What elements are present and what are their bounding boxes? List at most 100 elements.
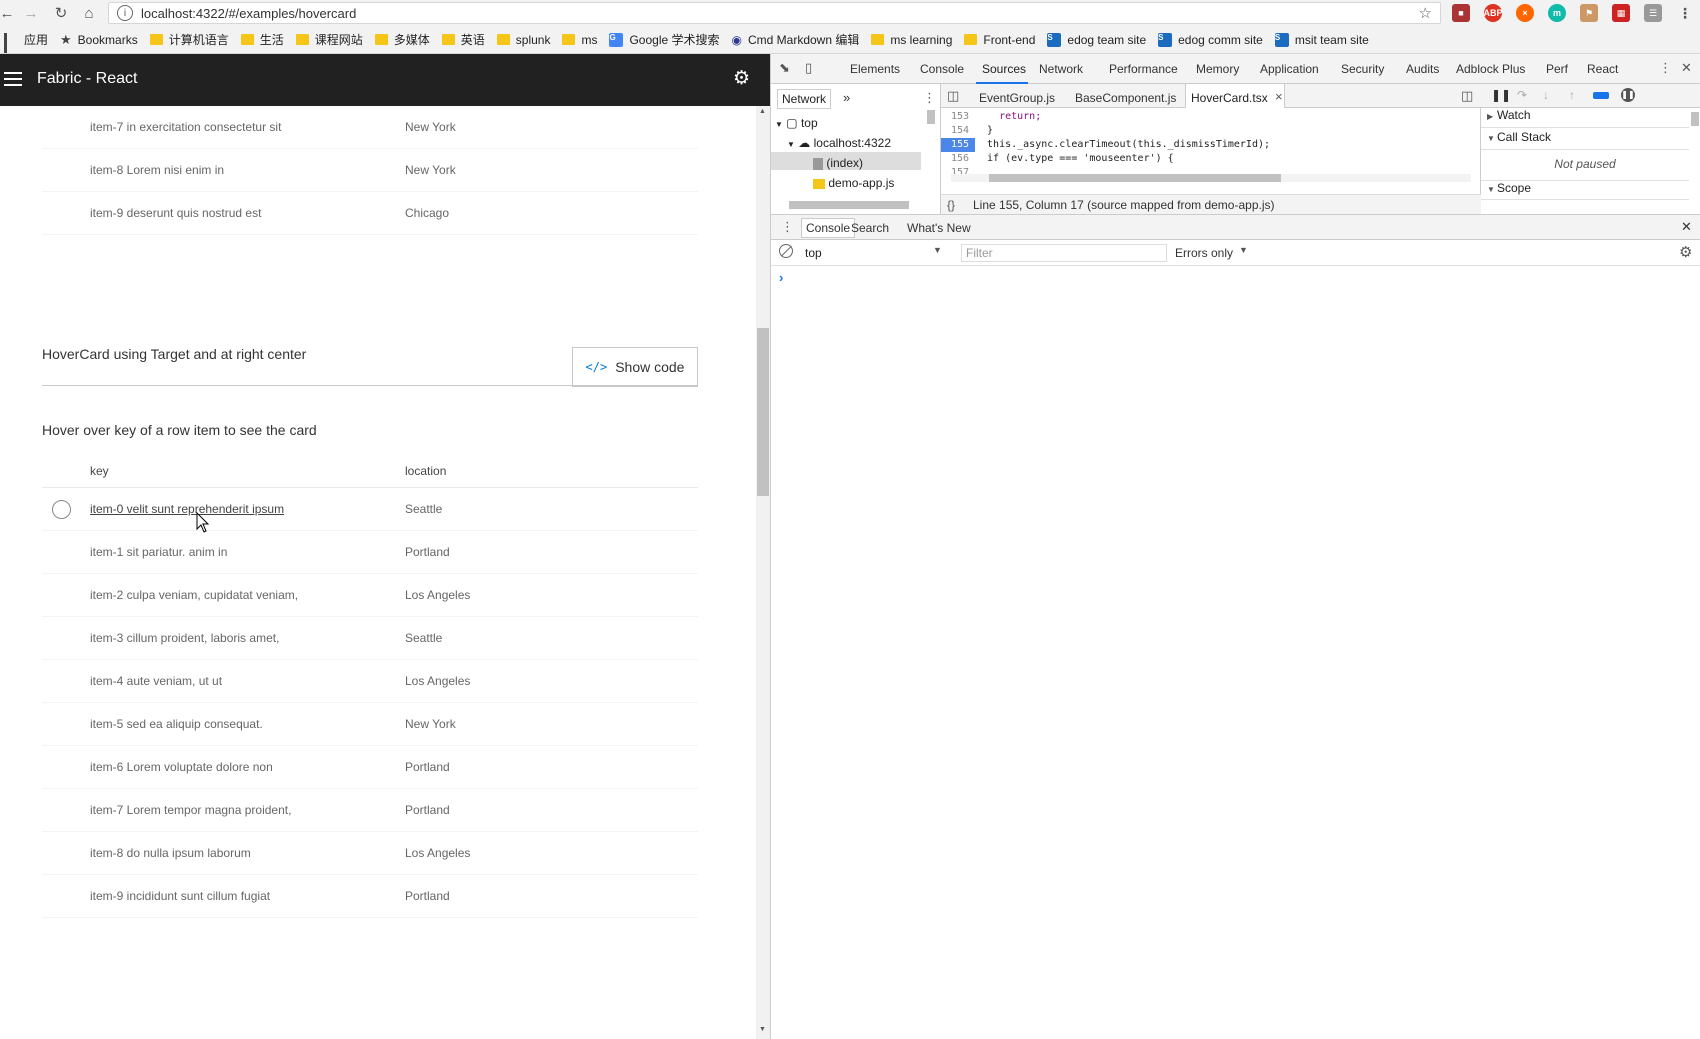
drawer-menu-icon[interactable]: ⋮ — [781, 219, 794, 235]
console-prompt-icon[interactable]: › — [779, 270, 783, 285]
close-devtools-icon[interactable]: ✕ — [1681, 60, 1692, 76]
file-tab[interactable]: EventGroup.js — [979, 91, 1055, 105]
page-scrollbar[interactable]: ▲ ▼ — [756, 106, 770, 1039]
table-row[interactable]: item-2 culpa veniam, cupidatat veniam, Lo… — [42, 574, 698, 617]
bookmark-item[interactable]: Smsit team site — [1274, 32, 1369, 47]
row-key[interactable]: item-7 in exercitation consectetur sit — [90, 120, 281, 134]
navigator-network-tab[interactable]: Network — [777, 89, 832, 109]
row-key[interactable]: item-0 velit sunt reprehenderit ipsum — [90, 502, 284, 516]
tree-item-top[interactable]: ▼ ▢ top — [775, 116, 818, 130]
row-key[interactable]: item-9 incididunt sunt cillum fugiat — [90, 889, 270, 903]
extension-red-icon[interactable]: ▦ — [1612, 4, 1630, 22]
navigator-menu-icon[interactable]: ⋮ — [923, 90, 936, 106]
console-filter-input[interactable]: Filter — [961, 244, 1167, 262]
devtools-tab-react[interactable]: React — [1587, 62, 1618, 76]
context-dropdown-icon[interactable]: ▼ — [933, 245, 942, 255]
bookmark-item[interactable]: Sedog comm site — [1158, 32, 1263, 47]
navigator-vscroll-thumb[interactable] — [927, 110, 935, 124]
line-number[interactable]: 155 — [941, 138, 975, 152]
show-code-button[interactable]: </> Show code — [572, 347, 698, 387]
code-line[interactable]: 155 this._async.clearTimeout(this._dismi… — [941, 138, 1461, 152]
pretty-print-icon[interactable]: {} — [947, 198, 955, 212]
table-row[interactable]: item-8 do nulla ipsum laborum Los Angeles — [42, 832, 698, 875]
row-key[interactable]: item-5 sed ea aliquip consequat. — [90, 717, 263, 731]
bookmark-item[interactable]: 应用 — [4, 31, 48, 53]
reload-icon[interactable]: ↻ — [48, 0, 74, 26]
row-select-radio[interactable] — [52, 500, 71, 519]
pause-icon[interactable]: ❚❚ — [1491, 88, 1511, 102]
address-bar[interactable]: i localhost:4322/#/examples/hovercard ☆ — [108, 2, 1441, 24]
table-row[interactable]: item-9 incididunt sunt cillum fugiat Port… — [42, 875, 698, 918]
table-row[interactable]: item-9 deserunt quis nostrud est Chicago — [42, 192, 698, 235]
breakpoints-toggle-icon[interactable] — [1593, 92, 1609, 99]
tree-item-demo-app[interactable]: demo-app.js — [813, 176, 894, 190]
devtools-tab-application[interactable]: Application — [1260, 62, 1319, 76]
scope-section[interactable]: ▼ Scope — [1481, 180, 1689, 200]
pause-on-exceptions-icon[interactable]: ❚❚ — [1621, 88, 1635, 102]
log-level-select[interactable]: Errors only — [1175, 246, 1233, 260]
console-settings-gear-icon[interactable]: ⚙ — [1679, 243, 1692, 261]
devtools-tab-elements[interactable]: Elements — [850, 62, 900, 76]
toggle-navigator-icon[interactable]: ◫ — [947, 88, 959, 104]
code-line[interactable]: 154 } — [941, 124, 1461, 138]
adblock-icon[interactable]: ABP — [1484, 4, 1503, 22]
inspect-element-icon[interactable]: ⬊ — [779, 60, 790, 76]
menu-dots-icon[interactable]: ⋮ — [1676, 4, 1694, 22]
hamburger-menu-icon[interactable] — [4, 72, 22, 86]
step-over-icon[interactable]: ↷ — [1517, 88, 1527, 102]
extension-shield-icon[interactable]: ■ — [1452, 4, 1470, 22]
devtools-tab-perf[interactable]: Perf — [1546, 62, 1568, 76]
devtools-tab-adblock-plus[interactable]: Adblock Plus — [1456, 62, 1525, 76]
back-arrow-icon[interactable]: ← — [0, 0, 20, 26]
devtools-tab-network[interactable]: Network — [1039, 62, 1083, 76]
bookmark-item[interactable]: 生活 — [240, 31, 284, 48]
call-stack-section[interactable]: ▼ Call Stack — [1481, 130, 1689, 150]
table-row[interactable]: item-4 aute veniam, ut ut Los Angeles — [42, 660, 698, 703]
tree-item-index[interactable]: (index) — [813, 156, 863, 170]
bookmark-item[interactable]: G Google 学术搜索 — [609, 31, 720, 48]
file-tab[interactable]: BaseComponent.js — [1075, 91, 1176, 105]
home-icon[interactable]: ⌂ — [76, 0, 102, 26]
extension-m-icon[interactable]: m — [1548, 4, 1566, 22]
row-key[interactable]: item-2 culpa veniam, cupidatat veniam, — [90, 588, 298, 602]
tree-item-localhost[interactable]: ▼ ☁ localhost:4322 — [787, 136, 891, 150]
line-number[interactable]: 153 — [941, 110, 975, 124]
table-row[interactable]: item-0 velit sunt reprehenderit ipsum Sea… — [42, 488, 698, 531]
devtools-tab-security[interactable]: Security — [1341, 62, 1384, 76]
bookmark-item[interactable]: 计算机语言 — [149, 31, 229, 48]
watch-section[interactable]: ▶ Watch — [1481, 108, 1689, 128]
row-key[interactable]: item-8 Lorem nisi enim in — [90, 163, 224, 177]
bookmark-item[interactable]: ms learning — [871, 33, 952, 47]
row-key[interactable]: item-3 cillum proident, laboris amet, — [90, 631, 279, 645]
table-row[interactable]: item-1 sit pariatur. anim in Portland — [42, 531, 698, 574]
table-row[interactable]: item-8 Lorem nisi enim in New York — [42, 149, 698, 192]
context-select[interactable]: top — [805, 246, 822, 260]
scroll-down-icon[interactable]: ▼ — [759, 1026, 766, 1033]
bookmark-item[interactable]: ◉ Cmd Markdown 编辑 — [732, 31, 860, 48]
table-row[interactable]: item-7 in exercitation consectetur sit Ne… — [42, 106, 698, 149]
more-tabs-icon[interactable]: » — [843, 90, 850, 105]
row-key[interactable]: item-9 deserunt quis nostrud est — [90, 206, 261, 220]
file-tab[interactable]: HoverCard.tsx — [1191, 91, 1268, 105]
drawer-tab-search[interactable]: Search — [851, 221, 889, 235]
line-number[interactable]: 154 — [941, 124, 975, 138]
level-dropdown-icon[interactable]: ▼ — [1239, 245, 1248, 255]
table-row[interactable]: item-5 sed ea aliquip consequat. New York — [42, 703, 698, 746]
toggle-debugger-icon[interactable]: ◫ — [1461, 88, 1473, 104]
drawer-tab-what-s-new[interactable]: What's New — [907, 221, 971, 235]
site-info-icon[interactable]: i — [117, 5, 133, 21]
row-key[interactable]: item-1 sit pariatur. anim in — [90, 545, 227, 559]
extension-x-icon[interactable]: × — [1516, 4, 1534, 22]
table-row[interactable]: item-6 Lorem voluptate dolore non Portlan… — [42, 746, 698, 789]
column-header-key[interactable]: key — [90, 464, 109, 478]
close-drawer-icon[interactable]: ✕ — [1681, 219, 1692, 235]
row-key[interactable]: item-6 Lorem voluptate dolore non — [90, 760, 273, 774]
editor-hscroll[interactable] — [951, 174, 1471, 182]
device-toolbar-icon[interactable]: ▯ — [805, 60, 812, 76]
step-into-icon[interactable]: ↓ — [1543, 88, 1549, 102]
scroll-up-icon[interactable]: ▲ — [759, 108, 766, 115]
editor-hscroll-thumb[interactable] — [989, 174, 1281, 182]
bookmark-item[interactable]: Sedog team site — [1047, 32, 1146, 47]
bookmark-item[interactable]: 英语 — [441, 31, 485, 48]
debugger-scroll-thumb[interactable] — [1691, 112, 1699, 126]
